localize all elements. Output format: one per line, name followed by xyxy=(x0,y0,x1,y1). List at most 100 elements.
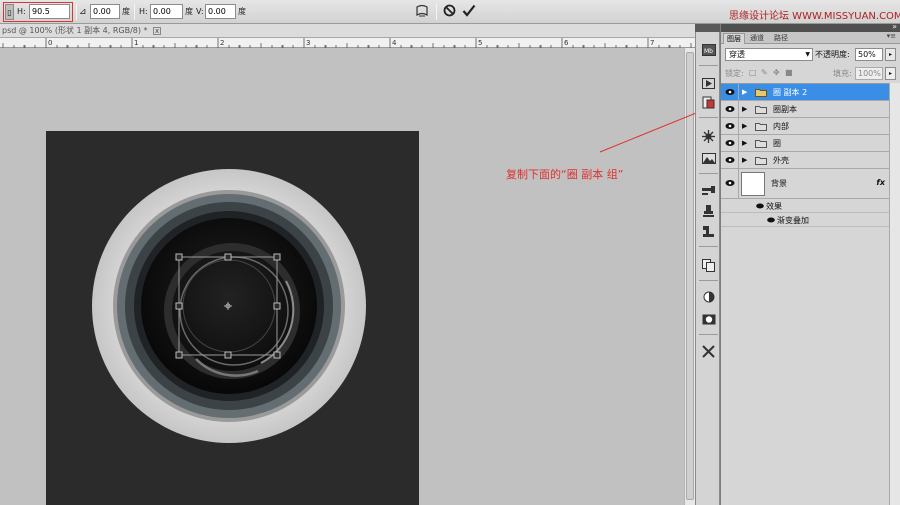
layer-name: 内部 xyxy=(773,122,789,131)
skew-v-label: V: xyxy=(196,7,204,16)
ruler-label: 0 xyxy=(48,39,52,47)
fx-icon[interactable]: fx xyxy=(876,178,885,187)
lock-transparency-icon[interactable]: □ xyxy=(749,68,757,77)
separator xyxy=(699,65,718,66)
expand-triangle-icon[interactable]: ▶ xyxy=(742,156,747,164)
layer-name: 背景 xyxy=(771,179,787,188)
visibility-eye-icon[interactable] xyxy=(725,122,735,130)
mini-bridge-icon[interactable]: Mb xyxy=(701,43,716,57)
panel-menu-icon[interactable]: ▾≡ xyxy=(887,32,896,40)
folder-icon xyxy=(755,106,767,114)
ruler-ticks: 0 1 2 3 4 5 6 7 xyxy=(2,38,692,48)
visibility-eye-icon[interactable] xyxy=(725,88,735,96)
tab-layers[interactable]: 图层 xyxy=(723,33,745,44)
history-icon[interactable] xyxy=(701,95,716,109)
lock-image-icon[interactable]: ✎ xyxy=(761,68,768,77)
expand-triangle-icon[interactable]: ▶ xyxy=(742,88,747,96)
expand-triangle-icon[interactable]: ▶ xyxy=(742,122,747,130)
skew-v-input[interactable]: 0.00 xyxy=(205,4,236,19)
effects-row[interactable]: 效果 xyxy=(721,199,889,213)
layer-row[interactable]: ▶ 圈副本 xyxy=(721,101,889,118)
collapse-icon[interactable]: » xyxy=(892,22,897,31)
close-document-icon[interactable]: x xyxy=(153,26,162,35)
layer-row[interactable]: ▶ 内部 xyxy=(721,118,889,135)
visibility-eye-icon[interactable] xyxy=(725,105,735,113)
tab-paths[interactable]: 路径 xyxy=(771,33,791,44)
degree-label: 度 xyxy=(238,7,246,16)
cancel-transform-icon[interactable] xyxy=(443,4,456,20)
actions-icon[interactable] xyxy=(701,76,716,90)
adjustments-icon[interactable] xyxy=(701,290,716,304)
layer-row[interactable]: ▶ 圈 xyxy=(721,135,889,152)
link-icon[interactable]: ▯ xyxy=(5,4,14,20)
visibility-eye-icon[interactable] xyxy=(725,156,735,164)
panel-header-bar: » xyxy=(721,22,900,32)
separator xyxy=(134,4,135,20)
separator xyxy=(699,117,718,118)
blend-mode-value: 穿透 xyxy=(729,50,745,59)
options-bar: ▯ H: 90.5 ⊿ 0.00 度 H: 0.00 度 V: 0.00 度 思… xyxy=(0,0,900,24)
navigator-icon[interactable] xyxy=(701,129,716,143)
rotate-angle-input[interactable]: 0.00 xyxy=(90,4,120,19)
panel-tabs: 图层 通道 路径 ▾≡ xyxy=(721,32,900,44)
opacity-label: 不透明度: xyxy=(815,50,850,59)
effect-gradient-overlay-row[interactable]: 渐变叠加 xyxy=(721,213,889,227)
lock-position-icon[interactable]: ✥ xyxy=(773,68,780,77)
skew-h-input[interactable]: 0.00 xyxy=(150,4,183,19)
ruler-label: 6 xyxy=(564,39,569,47)
lock-all-icon[interactable]: ■ xyxy=(785,68,793,77)
vertical-scrollbar[interactable] xyxy=(684,48,695,505)
clone-source-icon[interactable] xyxy=(701,204,716,218)
visibility-eye-icon[interactable] xyxy=(725,179,735,187)
brushes-icon[interactable] xyxy=(701,184,716,198)
document-tab[interactable]: psd @ 100% (形状 1 副本 4, RGB/8) * x xyxy=(0,24,695,38)
annotation-text: 复制下面的“圈 副本 组” xyxy=(506,168,624,181)
chevron-down-icon: ▼ xyxy=(805,51,810,58)
tool-presets-icon[interactable] xyxy=(701,344,716,358)
ruler-label: 5 xyxy=(478,39,482,47)
folder-icon xyxy=(755,89,767,97)
fill-slider-button[interactable]: ▸ xyxy=(885,67,896,80)
scrollbar-thumb[interactable] xyxy=(686,52,694,500)
column-divider xyxy=(738,152,739,168)
opacity-input[interactable]: 50% xyxy=(855,48,883,61)
fill-label: 填充: xyxy=(833,69,852,78)
opacity-slider-button[interactable]: ▸ xyxy=(885,48,896,61)
degree-label: 度 xyxy=(185,7,193,16)
layer-row[interactable]: ▶ 圈 副本 2 xyxy=(721,84,889,101)
expand-triangle-icon[interactable]: ▶ xyxy=(742,139,747,147)
document-canvas[interactable] xyxy=(46,131,419,505)
separator xyxy=(436,4,437,20)
layer-comps-icon[interactable] xyxy=(701,258,716,272)
layer-row-background[interactable]: 背景 fx xyxy=(721,169,889,199)
blend-mode-select[interactable]: 穿透 ▼ xyxy=(725,48,813,61)
layer-name: 圈副本 xyxy=(773,105,797,114)
height-input[interactable]: 90.5 xyxy=(29,4,70,19)
warp-mode-icon[interactable] xyxy=(415,3,429,19)
separator xyxy=(699,280,718,281)
ruler-label: 2 xyxy=(220,39,224,47)
visibility-eye-icon[interactable] xyxy=(767,217,775,223)
separator xyxy=(699,334,718,335)
fill-input[interactable]: 100% xyxy=(855,67,883,80)
image-icon[interactable] xyxy=(701,151,716,165)
column-divider xyxy=(738,84,739,100)
lens-artwork xyxy=(46,131,419,505)
stamp-icon[interactable] xyxy=(701,224,716,238)
ruler-label: 4 xyxy=(392,39,397,47)
folder-icon xyxy=(755,123,767,131)
separator xyxy=(76,4,77,20)
column-divider xyxy=(738,135,739,151)
masks-icon[interactable] xyxy=(701,312,716,326)
visibility-eye-icon[interactable] xyxy=(725,139,735,147)
watermark: 思缘设计论坛 WWW.MISSYUAN.COM xyxy=(729,11,900,22)
visibility-eye-icon[interactable] xyxy=(756,203,764,209)
tab-channels[interactable]: 通道 xyxy=(747,33,767,44)
expand-triangle-icon[interactable]: ▶ xyxy=(742,105,747,113)
column-divider xyxy=(738,101,739,117)
commit-transform-icon[interactable] xyxy=(462,4,476,20)
gradient-overlay-label: 渐变叠加 xyxy=(777,216,809,225)
effects-label: 效果 xyxy=(766,202,782,211)
layer-row[interactable]: ▶ 外壳 xyxy=(721,152,889,169)
panel-scrollbar[interactable] xyxy=(889,83,900,505)
